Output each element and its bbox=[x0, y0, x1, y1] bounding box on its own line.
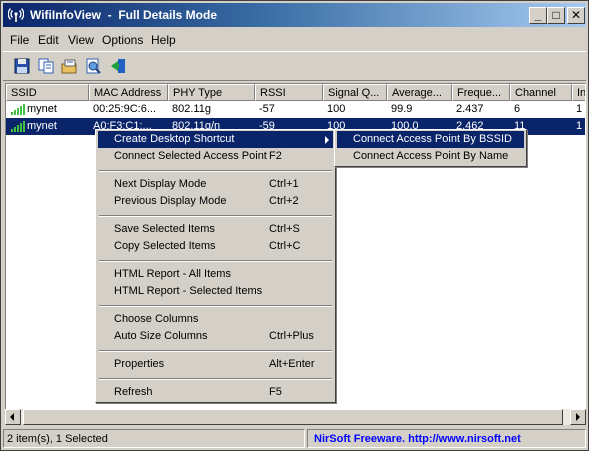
window-title: WifiInfoView - Full Details Mode bbox=[30, 8, 218, 22]
cell-rssi: -57 bbox=[259, 103, 275, 115]
column-phy-type[interactable]: PHY Type bbox=[168, 84, 255, 101]
menu-item-connect-selected[interactable]: Connect Selected Access Point F2 bbox=[98, 148, 333, 165]
cell-extra: 1 bbox=[576, 120, 583, 132]
column-rssi[interactable]: RSSI bbox=[255, 84, 323, 101]
scroll-thumb[interactable] bbox=[23, 409, 563, 425]
column-channel[interactable]: Channel bbox=[510, 84, 572, 101]
column-header: SSID MAC Address PHY Type RSSI Signal Q.… bbox=[6, 84, 585, 101]
arrow-right-icon bbox=[576, 413, 580, 421]
menu-item-next-display-mode[interactable]: Next Display Mode Ctrl+1 bbox=[98, 176, 333, 193]
signal-strength-icon bbox=[11, 121, 25, 132]
menu-help[interactable]: Help bbox=[151, 33, 176, 47]
cell-ssid: mynet bbox=[27, 103, 57, 115]
menu-item-properties[interactable]: Properties Alt+Enter bbox=[98, 356, 333, 373]
cell-average: 99.9 bbox=[391, 103, 413, 115]
properties-icon[interactable] bbox=[60, 57, 78, 75]
menu-separator bbox=[99, 305, 332, 307]
cell-signal: 100 bbox=[327, 103, 346, 115]
scroll-left-button[interactable] bbox=[5, 409, 21, 425]
column-mac-address[interactable]: MAC Address bbox=[89, 84, 168, 101]
status-bar: 2 item(s), 1 Selected NirSoft Freeware. … bbox=[3, 429, 586, 448]
column-signal-quality[interactable]: Signal Q... bbox=[323, 84, 387, 101]
menu-separator bbox=[99, 378, 332, 380]
menu-file[interactable]: File bbox=[10, 33, 29, 47]
menu-item-previous-display-mode[interactable]: Previous Display Mode Ctrl+2 bbox=[98, 193, 333, 210]
arrow-left-icon bbox=[10, 413, 14, 421]
menu-item-connect-by-name[interactable]: Connect Access Point By Name bbox=[337, 148, 524, 165]
menu-item-html-report-all[interactable]: HTML Report - All Items bbox=[98, 266, 333, 283]
table-row[interactable]: mynet 00:25:9C:6... 802.11g -57 100 99.9… bbox=[6, 101, 585, 118]
nirsoft-link[interactable]: NirSoft Freeware. http://www.nirsoft.net bbox=[307, 429, 586, 448]
close-button[interactable]: ✕ bbox=[567, 7, 585, 24]
column-frequency[interactable]: Freque... bbox=[452, 84, 510, 101]
submenu-create-shortcut: Connect Access Point By BSSID Connect Ac… bbox=[334, 129, 527, 167]
column-average[interactable]: Average... bbox=[387, 84, 452, 101]
menu-bar: File Edit View Options Help bbox=[3, 29, 586, 49]
context-menu: Create Desktop Shortcut Connect Selected… bbox=[95, 129, 336, 403]
menu-item-auto-size-columns[interactable]: Auto Size Columns Ctrl+Plus bbox=[98, 328, 333, 345]
toolbar bbox=[3, 51, 586, 81]
menu-options[interactable]: Options bbox=[102, 33, 143, 47]
status-item-count: 2 item(s), 1 Selected bbox=[3, 429, 305, 448]
menu-item-copy-selected[interactable]: Copy Selected Items Ctrl+C bbox=[98, 238, 333, 255]
menu-separator bbox=[99, 260, 332, 262]
wifi-app-icon bbox=[8, 8, 24, 22]
cell-mac: 00:25:9C:6... bbox=[93, 103, 156, 115]
cell-extra: 1 bbox=[576, 103, 583, 115]
cell-channel: 6 bbox=[514, 103, 521, 115]
horizontal-scrollbar[interactable] bbox=[5, 409, 586, 425]
cell-phy: 802.11g bbox=[172, 103, 211, 115]
maximize-button[interactable]: □ bbox=[547, 7, 565, 24]
cell-frequency: 2.437 bbox=[456, 103, 484, 115]
html-report-icon[interactable] bbox=[84, 57, 102, 75]
menu-item-create-desktop-shortcut[interactable]: Create Desktop Shortcut bbox=[98, 131, 333, 148]
scroll-right-button[interactable] bbox=[570, 409, 586, 425]
menu-item-save-selected[interactable]: Save Selected Items Ctrl+S bbox=[98, 221, 333, 238]
menu-item-choose-columns[interactable]: Choose Columns bbox=[98, 311, 333, 328]
minimize-button[interactable]: _ bbox=[529, 7, 547, 24]
cell-ssid: mynet bbox=[27, 120, 57, 132]
menu-separator bbox=[99, 170, 332, 172]
menu-edit[interactable]: Edit bbox=[38, 33, 59, 47]
menu-separator bbox=[99, 215, 332, 217]
menu-item-refresh[interactable]: Refresh F5 bbox=[98, 384, 333, 401]
column-extra[interactable]: In bbox=[572, 84, 585, 101]
column-ssid[interactable]: SSID bbox=[6, 84, 89, 101]
exit-icon[interactable] bbox=[109, 57, 127, 75]
title-bar[interactable]: WifiInfoView - Full Details Mode _ □ ✕ bbox=[3, 3, 586, 27]
signal-strength-icon bbox=[11, 104, 25, 115]
menu-view[interactable]: View bbox=[68, 33, 94, 47]
save-icon[interactable] bbox=[13, 57, 31, 75]
menu-separator bbox=[99, 350, 332, 352]
submenu-arrow-icon bbox=[325, 136, 329, 144]
menu-item-html-report-selected[interactable]: HTML Report - Selected Items bbox=[98, 283, 333, 300]
menu-item-connect-by-bssid[interactable]: Connect Access Point By BSSID bbox=[337, 131, 524, 148]
copy-icon[interactable] bbox=[37, 57, 55, 75]
